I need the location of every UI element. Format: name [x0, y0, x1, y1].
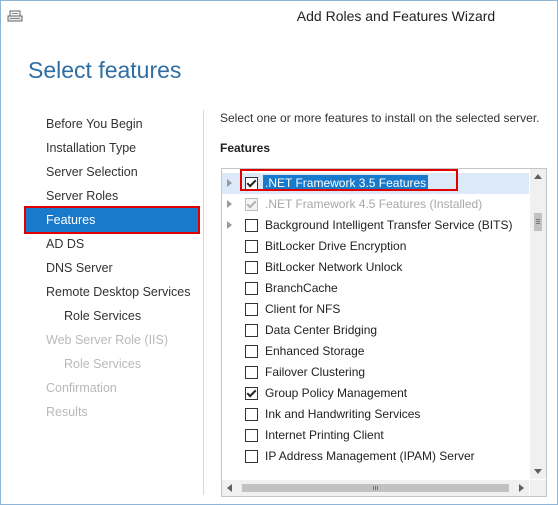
feature-label: Failover Clustering	[265, 365, 366, 379]
scroll-right-icon[interactable]	[519, 484, 524, 492]
nav-item-results: Results	[46, 405, 88, 419]
nav-item-installation-type[interactable]: Installation Type	[26, 136, 198, 160]
nav-item-role-services[interactable]: Role Services	[26, 304, 198, 328]
nav-item-features[interactable]: Features	[24, 206, 200, 234]
feature-row[interactable]: Enhanced Storage	[222, 341, 529, 362]
feature-label: BranchCache	[265, 281, 338, 295]
feature-row[interactable]: IP Address Management (IPAM) Server	[222, 446, 529, 467]
feature-row[interactable]: BitLocker Network Unlock	[222, 257, 529, 278]
feature-checkbox[interactable]	[245, 282, 258, 295]
page-description: Select one or more features to install o…	[220, 111, 540, 125]
scrollbar-corner	[530, 480, 546, 496]
feature-row[interactable]: Failover Clustering	[222, 362, 529, 383]
nav-item-ad-ds[interactable]: AD DS	[26, 232, 198, 256]
feature-checkbox[interactable]	[245, 387, 258, 400]
nav-item-role-services: Role Services	[64, 357, 142, 371]
feature-label: Ink and Handwriting Services	[265, 407, 421, 421]
nav-divider	[203, 110, 204, 495]
server-manager-icon	[7, 10, 23, 22]
features-tree[interactable]: IP Address Management (IPAM) Server Inter…	[221, 168, 547, 497]
horizontal-scroll-thumb[interactable]	[242, 484, 509, 492]
expand-arrow-icon[interactable]	[227, 200, 232, 208]
feature-row[interactable]: Internet Printing Client	[222, 425, 529, 446]
nav-item-before-you-begin[interactable]: Before You Begin	[26, 112, 198, 136]
title-bar: Add Roles and Features Wizard	[1, 1, 557, 31]
nav-item-remote-desktop-services[interactable]: Remote Desktop Services	[26, 280, 198, 304]
feature-checkbox[interactable]	[245, 324, 258, 337]
feature-checkbox	[245, 198, 258, 211]
wizard-nav: Before You Begin Installation Type Server …	[24, 112, 200, 424]
feature-checkbox[interactable]	[245, 219, 258, 232]
feature-label: Enhanced Storage	[265, 344, 365, 358]
expand-arrow-icon[interactable]	[227, 221, 232, 229]
feature-checkbox[interactable]	[245, 240, 258, 253]
vertical-scrollbar[interactable]	[530, 169, 546, 479]
highlight-box	[240, 169, 458, 191]
feature-label: Background Intelligent Transfer Service …	[265, 218, 513, 232]
vertical-scroll-thumb[interactable]	[534, 213, 542, 231]
feature-row[interactable]: BitLocker Drive Encryption	[222, 236, 529, 257]
feature-checkbox[interactable]	[245, 261, 258, 274]
feature-row[interactable]: Client for NFS	[222, 299, 529, 320]
nav-item-server-selection[interactable]: Server Selection	[26, 160, 198, 184]
feature-row[interactable]: Background Intelligent Transfer Service …	[222, 215, 529, 236]
window-title: Add Roles and Features Wizard	[296, 8, 496, 24]
feature-label: Client for NFS	[265, 302, 341, 316]
nav-item-dns-server[interactable]: DNS Server	[26, 256, 198, 280]
features-heading: Features	[220, 141, 271, 155]
nav-item-confirmation: Confirmation	[46, 381, 117, 395]
feature-label: .NET Framework 4.5 Features (Installed)	[265, 197, 483, 211]
feature-label: Data Center Bridging	[265, 323, 378, 337]
scroll-left-icon[interactable]	[227, 484, 232, 492]
page-title: Select features	[28, 57, 182, 83]
scroll-up-icon[interactable]	[534, 174, 542, 179]
feature-label: Group Policy Management	[265, 386, 408, 400]
feature-checkbox[interactable]	[245, 366, 258, 379]
horizontal-scrollbar[interactable]	[222, 480, 529, 496]
feature-checkbox[interactable]	[245, 303, 258, 316]
feature-row[interactable]: Group Policy Management	[222, 383, 529, 404]
feature-label: BitLocker Network Unlock	[265, 260, 403, 274]
feature-label: IP Address Management (IPAM) Server	[265, 449, 475, 463]
expand-arrow-icon[interactable]	[227, 179, 232, 187]
wizard-window: Add Roles and Features Wizard Select fea…	[0, 0, 558, 505]
feature-checkbox[interactable]	[245, 345, 258, 358]
scroll-down-icon[interactable]	[534, 469, 542, 474]
feature-label: Internet Printing Client	[265, 428, 384, 442]
feature-checkbox[interactable]	[245, 429, 258, 442]
feature-label: BitLocker Drive Encryption	[265, 239, 407, 253]
feature-row[interactable]: Ink and Handwriting Services	[222, 404, 529, 425]
feature-checkbox[interactable]	[245, 408, 258, 421]
nav-item-server-roles[interactable]: Server Roles	[26, 184, 198, 208]
feature-row[interactable]: BranchCache	[222, 278, 529, 299]
feature-row[interactable]: Data Center Bridging	[222, 320, 529, 341]
feature-checkbox[interactable]	[245, 450, 258, 463]
nav-item-web-server-role-iis: Web Server Role (IIS)	[46, 333, 169, 347]
feature-row[interactable]: .NET Framework 4.5 Features (Installed)	[222, 194, 529, 215]
